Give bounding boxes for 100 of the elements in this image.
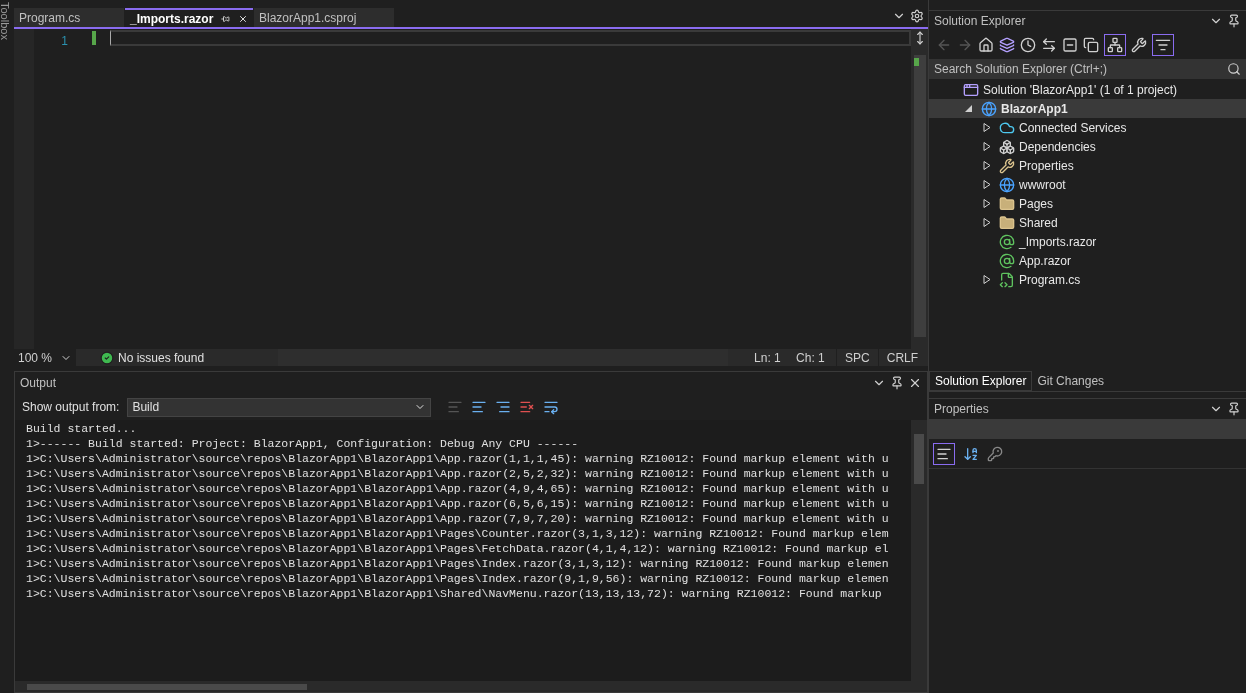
tree-item[interactable]: Connected Services [929, 118, 1246, 137]
tree-item[interactable]: Solution 'BlazorApp1' (1 of 1 project) [929, 80, 1246, 99]
item-label: Program.cs [1019, 271, 1081, 289]
output-line: 1>C:\Users\Administrator\source\repos\BlazorApp1\BlazorApp1\App.razor(4,9,4,65): warning RZ10012: Found markup element with u [26, 481, 890, 496]
tree-item[interactable]: _Imports.razor [929, 232, 1246, 251]
output-line: 1>C:\Users\Administrator\source\repos\BlazorApp1\BlazorApp1\App.razor(2,5,2,32): warning RZ10012: Found markup element with u [26, 466, 890, 481]
collapse-all-icon[interactable] [1062, 37, 1078, 53]
hierarchy-icon [1107, 37, 1123, 53]
item-label: Connected Services [1019, 119, 1127, 137]
collapsed-arrow-icon[interactable] [983, 142, 991, 151]
categorized-toggle[interactable] [933, 442, 955, 465]
search-icon [1227, 62, 1241, 76]
tree-item[interactable]: Pages [929, 194, 1246, 213]
item-label: Solution 'BlazorApp1' (1 of 1 project) [983, 81, 1178, 99]
item-label: Shared [1019, 214, 1058, 232]
output-line: 1>------ Build started: Project: BlazorApp1, Configuration: Debug Any CPU ------ [26, 436, 580, 451]
output-line: 1>C:\Users\Administrator\source\repos\BlazorApp1\BlazorApp1\Pages\Index.razor(3,1,3,12): warning RZ10012: Found markup elemen [26, 556, 890, 571]
vertical-scrollbar[interactable] [913, 55, 926, 337]
editor-tab[interactable]: _Imports.razor [125, 8, 253, 27]
solution-icon [963, 81, 979, 98]
zoom-dropdown[interactable]: 100 % [14, 349, 76, 366]
collapsed-arrow-icon[interactable] [983, 218, 991, 227]
tree-item[interactable]: wwwroot [929, 175, 1246, 194]
collapsed-arrow-icon[interactable] [983, 123, 991, 132]
sync-icon[interactable] [1041, 37, 1057, 53]
copy-icon[interactable] [1083, 37, 1099, 53]
folder-icon [999, 195, 1015, 212]
tree-item[interactable]: Program.cs [929, 270, 1246, 289]
item-label: App.razor [1019, 252, 1072, 270]
search-field[interactable]: Search Solution Explorer (Ctrl+;) [929, 59, 1227, 79]
panel-tab[interactable]: Solution Explorer [929, 371, 1033, 391]
horizontal-scrollbar[interactable] [15, 681, 927, 692]
source-label: Show output from: [22, 399, 120, 416]
tree-item[interactable]: App.razor [929, 251, 1246, 270]
preview-toggle[interactable] [1152, 34, 1174, 56]
home-icon[interactable] [978, 37, 994, 53]
item-label: wwwroot [1019, 176, 1066, 194]
column-indicator[interactable]: Ch: 1 [796, 348, 837, 367]
collapsed-arrow-icon[interactable] [983, 161, 991, 170]
vertical-scrollbar[interactable] [911, 420, 927, 681]
output-line: Build started... [26, 421, 138, 436]
dependencies-icon [999, 138, 1015, 155]
whitespace-indicator[interactable]: SPC [836, 348, 879, 367]
search-button[interactable] [1227, 59, 1246, 79]
panel-title: Solution Explorer [934, 13, 1026, 30]
output-line: 1>C:\Users\Administrator\source\repos\BlazorApp1\BlazorApp1\Pages\FetchData.razor(4,1,4,12): warning RZ10012: Found markup el [26, 541, 890, 556]
panel-title: Properties [934, 401, 989, 418]
key-icon[interactable] [987, 445, 1003, 462]
output-line: 1>C:\Users\Administrator\source\repos\BlazorApp1\BlazorApp1\Shared\NavMenu.razor(13,13,13,72): warning RZ10012: Found markup [26, 586, 883, 601]
views-icon[interactable] [999, 37, 1015, 53]
panel-tab[interactable]: Git Changes [1032, 371, 1110, 391]
collapsed-arrow-icon[interactable] [983, 275, 991, 284]
line-number: 1 [61, 33, 68, 50]
pin-icon[interactable] [219, 14, 232, 23]
panel-title: Output [20, 375, 57, 392]
clear-all-icon[interactable] [519, 399, 536, 415]
settings-icon[interactable] [910, 9, 924, 23]
properties-icon[interactable] [1131, 37, 1147, 53]
sort-az-icon[interactable] [963, 445, 979, 462]
tree-item[interactable]: Dependencies [929, 137, 1246, 156]
output-line: 1>C:\Users\Administrator\source\repos\BlazorApp1\BlazorApp1\App.razor(7,9,7,20): warning RZ10012: Found markup element with u [26, 511, 890, 526]
file-at-icon [999, 233, 1015, 250]
close-icon[interactable] [908, 376, 922, 390]
folder-icon [999, 214, 1015, 231]
output-line: 1>C:\Users\Administrator\source\repos\BlazorApp1\BlazorApp1\Pages\Counter.razor(3,1,3,12): warning RZ10012: Found markup elem [26, 526, 890, 541]
line-ending-indicator[interactable]: CRLF [878, 348, 928, 367]
pin-icon[interactable] [890, 376, 904, 390]
line-indicator[interactable]: Ln: 1 [754, 348, 795, 367]
tree-item[interactable]: Properties [929, 156, 1246, 175]
lines-icon [1155, 37, 1171, 53]
item-label: _Imports.razor [1019, 233, 1097, 251]
output-line: 1>C:\Users\Administrator\source\repos\BlazorApp1\BlazorApp1\App.razor(6,5,6,15): warning RZ10012: Found markup element with u [26, 496, 890, 511]
previous-message-icon[interactable] [471, 399, 488, 415]
tree-view-toggle[interactable] [1104, 34, 1126, 56]
word-wrap-icon[interactable] [543, 399, 560, 415]
file-at-icon [999, 252, 1015, 269]
collapsed-arrow-icon[interactable] [983, 199, 991, 208]
output-line: 1>C:\Users\Administrator\source\repos\BlazorApp1\BlazorApp1\App.razor(1,1,1,45): warning RZ10012: Found markup element with u [26, 451, 890, 466]
editor-tab[interactable]: BlazorApp1.csproj [254, 8, 394, 27]
item-label: BlazorApp1 [1001, 100, 1068, 118]
item-label: Dependencies [1019, 138, 1096, 156]
clock-icon[interactable] [1020, 37, 1036, 53]
issues-status[interactable]: No issues found [118, 348, 205, 367]
source-dropdown[interactable]: Build [127, 397, 432, 417]
wrench-icon [999, 157, 1015, 174]
globe-icon [999, 176, 1015, 193]
output-line: 1>C:\Users\Administrator\source\repos\BlazorApp1\BlazorApp1\Pages\Index.razor(9,1,9,56): warning RZ10012: Found markup elemen [26, 571, 890, 586]
expanded-arrow-icon[interactable] [965, 104, 973, 113]
pin-icon[interactable] [1227, 14, 1241, 28]
pin-icon[interactable] [1227, 402, 1241, 416]
editor-tab[interactable]: Program.cs [14, 8, 124, 27]
tree-item[interactable]: Shared [929, 213, 1246, 232]
globe-icon [981, 100, 997, 117]
toolbox-tab[interactable]: Toolbox [0, 2, 13, 40]
tree-item[interactable]: BlazorApp1 [929, 99, 1246, 118]
code-file-icon [999, 271, 1015, 288]
item-label: Pages [1019, 195, 1054, 213]
item-label: Properties [1019, 157, 1074, 175]
next-message-icon[interactable] [495, 399, 512, 415]
collapsed-arrow-icon[interactable] [983, 180, 991, 189]
